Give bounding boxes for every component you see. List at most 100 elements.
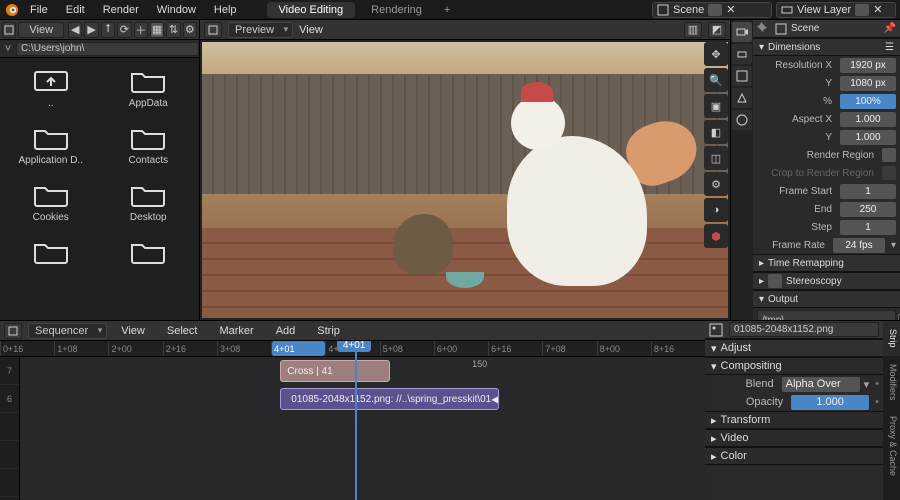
value-blend[interactable]: Alpha Over xyxy=(782,377,860,392)
folder-appdata[interactable]: AppData xyxy=(102,66,196,109)
nav-up-icon[interactable]: ⭡ xyxy=(101,22,115,38)
view-wire-icon[interactable]: ◫ xyxy=(704,146,728,170)
side-tab-modifiers[interactable]: Modifiers xyxy=(883,356,900,409)
menu-render[interactable]: Render xyxy=(95,2,147,18)
gear-icon[interactable]: ⚙ xyxy=(704,172,728,196)
channel-6[interactable]: 01085-2048x1152.png: //..\spring_presski… xyxy=(20,385,705,413)
panel-stereoscopy[interactable]: ▸Stereoscopy xyxy=(753,272,900,290)
value-frame-rate[interactable]: 24 fps xyxy=(833,238,885,253)
nav-forward-icon[interactable]: ▶ xyxy=(84,22,98,38)
value-aspect-x[interactable]: 1.000 xyxy=(840,112,896,127)
sequencer-mode-select[interactable]: Sequencer xyxy=(28,323,107,339)
pin-icon[interactable]: 📌 xyxy=(884,23,896,34)
filebrowser-editor-icon[interactable] xyxy=(2,22,16,38)
value-frame-start[interactable]: 1 xyxy=(840,184,896,199)
value-frame-step[interactable]: 1 xyxy=(840,220,896,235)
scene-browse-icon[interactable] xyxy=(708,4,722,16)
workspace-tab-rendering[interactable]: Rendering xyxy=(359,2,434,18)
view-solid-icon[interactable]: ◧ xyxy=(704,120,728,144)
value-res-x[interactable]: 1920 px xyxy=(840,58,896,73)
strip-image[interactable]: 01085-2048x1152.png: //..\spring_presski… xyxy=(280,388,499,410)
menu-window[interactable]: Window xyxy=(149,2,204,18)
panel-dimensions[interactable]: ▾Dimensions☰ xyxy=(753,38,900,56)
close-icon[interactable]: ✕ xyxy=(726,3,735,16)
seq-menu-view[interactable]: View xyxy=(113,323,153,339)
close-icon[interactable]: ✕ xyxy=(873,3,882,16)
menu-file[interactable]: File xyxy=(22,2,56,18)
nav-back-icon[interactable]: ◀ xyxy=(68,22,82,38)
value-pct[interactable]: 100% xyxy=(840,94,896,109)
preview-canvas[interactable] xyxy=(202,42,728,318)
playhead[interactable]: 4+01 xyxy=(355,341,357,500)
seq-menu-select[interactable]: Select xyxy=(159,323,206,339)
preview-view-menu[interactable]: View xyxy=(299,24,323,36)
channel-4[interactable] xyxy=(20,441,705,469)
panel-adjust[interactable]: ▾Adjust xyxy=(705,339,883,357)
sequencer-editor-icon[interactable] xyxy=(4,323,22,339)
channel-3[interactable] xyxy=(20,469,705,497)
folder-up[interactable]: .. xyxy=(4,66,98,109)
preview-mode-select[interactable]: Preview xyxy=(228,22,293,38)
scene-selector[interactable]: Scene ✕ xyxy=(652,2,772,18)
prop-tab-world[interactable] xyxy=(732,110,752,130)
nav-refresh-icon[interactable]: ⟳ xyxy=(117,22,131,38)
folder-item[interactable] xyxy=(4,237,98,269)
menu-edit[interactable]: Edit xyxy=(58,2,93,18)
folder-item[interactable] xyxy=(102,237,196,269)
channel-5[interactable] xyxy=(20,413,705,441)
mask-icon[interactable]: ◑ xyxy=(704,198,728,222)
chevron-down-icon[interactable]: ▾ xyxy=(891,240,896,251)
output-path-field[interactable]: 🗀 xyxy=(757,310,896,320)
preset-icon[interactable]: ☰ xyxy=(885,42,894,53)
filter-icon[interactable]: ⚙ xyxy=(183,22,197,38)
prop-tab-render[interactable] xyxy=(732,22,752,42)
pin-icon[interactable] xyxy=(757,22,771,36)
display-icons-icon[interactable]: ▦ xyxy=(150,22,164,38)
timeline[interactable]: 0+16 1+08 2+00 2+16 3+08 4+01 4+16 5+08 … xyxy=(0,341,705,500)
value-res-y[interactable]: 1080 px xyxy=(840,76,896,91)
prop-tab-output[interactable] xyxy=(732,44,752,64)
path-chevron-icon[interactable]: ˅ xyxy=(0,43,16,55)
viewlayer-selector[interactable]: View Layer ✕ xyxy=(776,2,896,18)
zoom-icon[interactable]: 🔍 xyxy=(704,68,728,92)
anim-dot-icon[interactable]: • xyxy=(875,396,879,408)
panel-transform[interactable]: ▸Transform xyxy=(705,411,883,429)
panel-time-remapping[interactable]: ▸Time Remapping xyxy=(753,254,900,272)
viewlayer-browse-icon[interactable] xyxy=(855,4,869,16)
filebrowser-view-menu[interactable]: View xyxy=(18,22,64,38)
value-aspect-y[interactable]: 1.000 xyxy=(840,130,896,145)
check-stereoscopy[interactable] xyxy=(768,274,782,288)
folder-cookies[interactable]: Cookies xyxy=(4,180,98,223)
annotate-icon[interactable]: ⬢ xyxy=(704,224,728,248)
check-render-region[interactable] xyxy=(882,148,896,162)
view-image-icon[interactable]: ▣ xyxy=(704,94,728,118)
panel-color[interactable]: ▸Color xyxy=(705,447,883,465)
chevron-down-icon[interactable]: ▾ xyxy=(864,378,870,391)
preview-editor-icon[interactable] xyxy=(204,22,222,38)
anim-dot-icon[interactable]: • xyxy=(875,378,879,390)
display-sort-icon[interactable]: ⇅ xyxy=(166,22,180,38)
new-folder-icon[interactable]: ＋ xyxy=(134,22,148,38)
value-frame-end[interactable]: 250 xyxy=(840,202,896,217)
panel-output[interactable]: ▾Output xyxy=(753,290,900,308)
channel-7[interactable]: Cross | 41 150 xyxy=(20,357,705,385)
folder-applicationdata[interactable]: Application D.. xyxy=(4,123,98,166)
strip-cross[interactable]: Cross | 41 xyxy=(280,360,390,382)
preview-channels-icon[interactable]: ▥ xyxy=(684,22,702,38)
scene-name-field[interactable]: Scene xyxy=(791,23,819,34)
seq-menu-marker[interactable]: Marker xyxy=(211,323,261,339)
path-input[interactable] xyxy=(16,42,199,56)
folder-contacts[interactable]: Contacts xyxy=(102,123,196,166)
workspace-tab-video-editing[interactable]: Video Editing xyxy=(267,2,356,18)
preview-overlay-icon[interactable]: ◩ xyxy=(708,22,726,38)
pan-icon[interactable]: ✥ xyxy=(704,42,728,66)
strip-handle-right[interactable]: ◀ xyxy=(491,389,499,409)
prop-tab-scene[interactable] xyxy=(732,88,752,108)
side-tab-proxy[interactable]: Proxy & Cache xyxy=(883,408,900,484)
seq-menu-add[interactable]: Add xyxy=(268,323,304,339)
strip-name-input[interactable] xyxy=(729,322,879,337)
workspace-tab-add[interactable]: + xyxy=(438,2,456,18)
folder-desktop[interactable]: Desktop xyxy=(102,180,196,223)
menu-help[interactable]: Help xyxy=(206,2,245,18)
panel-video[interactable]: ▸Video xyxy=(705,429,883,447)
